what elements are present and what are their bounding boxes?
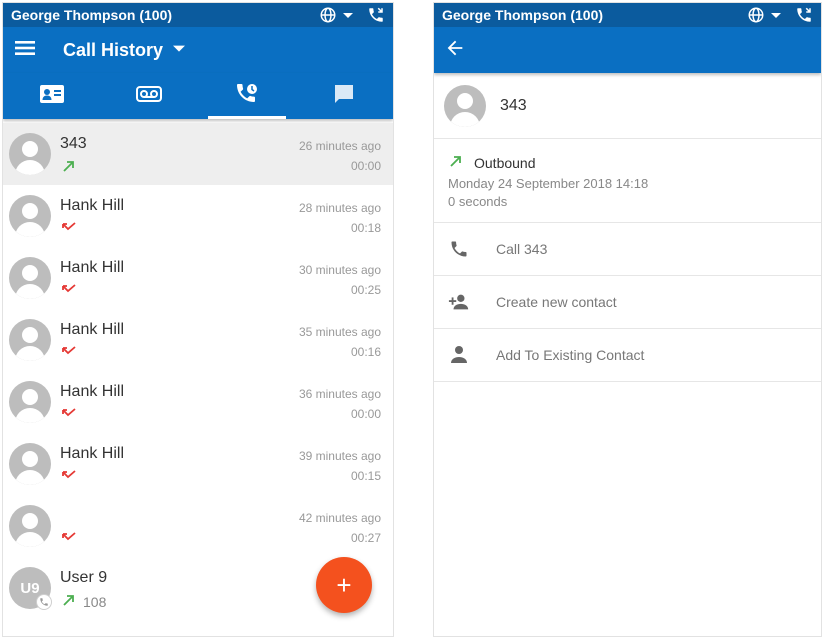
globe-icon[interactable] xyxy=(747,6,765,24)
call-duration: 00:15 xyxy=(350,469,381,483)
contact-name: 343 xyxy=(500,96,527,114)
call-row[interactable]: Hank Hill 30 minutes ago 00:25 xyxy=(3,247,393,309)
call-row[interactable]: 42 minutes ago 00:27 xyxy=(3,495,393,557)
avatar xyxy=(9,381,51,423)
call-time: 30 minutes ago xyxy=(298,263,381,277)
tab-bar xyxy=(3,73,393,119)
back-arrow-icon[interactable] xyxy=(444,37,466,64)
call-action[interactable]: Call 343 xyxy=(434,223,821,276)
status-user-name: George Thompson (100) xyxy=(442,7,604,23)
phone-badge-icon xyxy=(36,594,52,610)
call-duration: 00:25 xyxy=(350,283,381,297)
create-contact-label: Create new contact xyxy=(496,294,617,310)
missed-call-icon xyxy=(61,406,77,422)
chevron-down-icon[interactable] xyxy=(771,10,781,20)
call-duration: 00:00 xyxy=(350,159,381,173)
call-time: 26 minutes ago xyxy=(298,139,381,153)
call-duration: 00:00 xyxy=(350,407,381,421)
missed-call-icon xyxy=(61,468,77,484)
call-row[interactable]: Hank Hill 35 minutes ago 00:16 xyxy=(3,309,393,371)
status-bar: George Thompson (100) xyxy=(434,3,821,27)
outbound-arrow-icon xyxy=(61,592,77,611)
call-history-icon xyxy=(235,82,259,111)
call-time: 36 minutes ago xyxy=(298,387,381,401)
chat-icon xyxy=(333,83,355,110)
person-add-icon xyxy=(448,291,470,313)
call-row[interactable]: 343 26 minutes ago 00:00 xyxy=(3,123,393,185)
add-existing-action[interactable]: Add To Existing Contact xyxy=(434,329,821,382)
create-contact-action[interactable]: Create new contact xyxy=(434,276,821,329)
app-bar: Call History xyxy=(3,27,393,73)
call-duration: 00:27 xyxy=(350,531,381,545)
call-duration-text: 0 seconds xyxy=(448,194,508,209)
call-time: 39 minutes ago xyxy=(298,449,381,463)
phone-callback-icon[interactable] xyxy=(367,6,385,24)
chevron-down-icon[interactable] xyxy=(343,10,353,20)
contacts-icon xyxy=(39,84,65,109)
call-duration: 00:16 xyxy=(350,345,381,359)
avatar xyxy=(9,443,51,485)
add-button[interactable]: + xyxy=(316,557,372,613)
phone-callback-icon[interactable] xyxy=(795,6,813,24)
tab-call-history[interactable] xyxy=(198,73,296,119)
outbound-arrow-icon xyxy=(61,158,77,177)
call-action-label: Call 343 xyxy=(496,241,548,257)
call-time: 35 minutes ago xyxy=(298,325,381,339)
avatar xyxy=(9,195,51,237)
phone-icon xyxy=(448,238,470,260)
call-duration: 00:18 xyxy=(350,221,381,235)
call-info: Outbound Monday 24 September 2018 14:18 … xyxy=(434,139,821,223)
menu-icon[interactable] xyxy=(13,36,37,65)
avatar xyxy=(9,319,51,361)
avatar xyxy=(9,505,51,547)
call-row[interactable]: Hank Hill 39 minutes ago 00:15 xyxy=(3,433,393,495)
avatar xyxy=(444,84,486,127)
contact-header: 343 xyxy=(434,73,821,139)
status-user-name: George Thompson (100) xyxy=(11,7,173,23)
call-row[interactable]: Hank Hill 36 minutes ago 00:00 xyxy=(3,371,393,433)
call-history-panel: George Thompson (100) Call History 343 2… xyxy=(2,2,394,637)
call-date: Monday 24 September 2018 14:18 xyxy=(448,176,649,191)
title-dropdown-icon[interactable] xyxy=(173,41,186,59)
avatar xyxy=(9,257,51,299)
page-title[interactable]: Call History xyxy=(63,40,163,61)
call-detail-panel: George Thompson (100) 343 Outbound Monda… xyxy=(433,2,822,637)
call-row[interactable]: Hank Hill 28 minutes ago 00:18 xyxy=(3,185,393,247)
missed-call-icon xyxy=(61,220,77,236)
missed-call-icon xyxy=(61,344,77,360)
tab-voicemail[interactable] xyxy=(101,73,199,119)
call-time: 28 minutes ago xyxy=(298,201,381,215)
globe-icon[interactable] xyxy=(319,6,337,24)
call-time: 42 minutes ago xyxy=(298,511,381,525)
voicemail-icon xyxy=(136,85,163,107)
status-bar: George Thompson (100) xyxy=(3,3,393,27)
tab-chat[interactable] xyxy=(296,73,394,119)
call-direction-label: Outbound xyxy=(474,154,536,171)
call-extension: 108 xyxy=(83,593,107,610)
avatar xyxy=(9,133,51,175)
person-icon xyxy=(448,344,470,366)
missed-call-icon xyxy=(61,282,77,298)
outbound-arrow-icon xyxy=(448,153,464,172)
add-existing-label: Add To Existing Contact xyxy=(496,347,645,363)
missed-call-icon xyxy=(61,530,77,546)
tab-contacts[interactable] xyxy=(3,73,101,119)
detail-app-bar xyxy=(434,27,821,73)
